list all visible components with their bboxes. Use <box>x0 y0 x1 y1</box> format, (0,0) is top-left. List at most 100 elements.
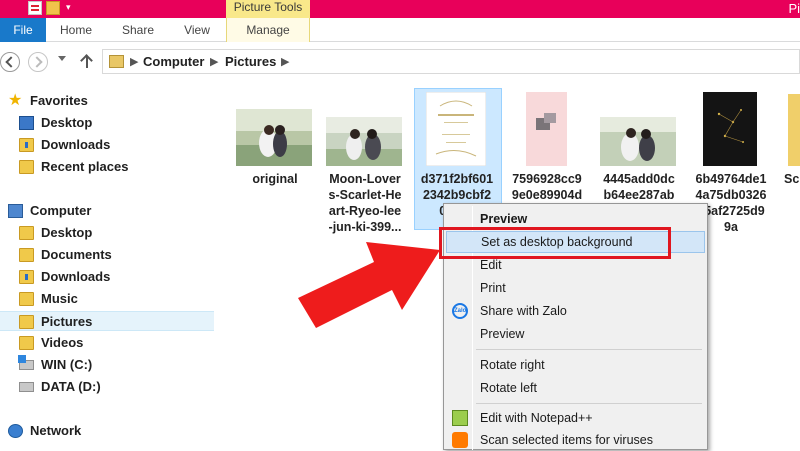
window-title: Pi <box>788 1 800 16</box>
file-thumbnail-7596928c[interactable] <box>526 92 567 166</box>
tab-view[interactable]: View <box>172 18 222 42</box>
nav-item-pictures[interactable]: Pictures <box>0 311 214 331</box>
nav-item-downloads[interactable]: Downloads <box>0 135 214 155</box>
file-name-line: b64ee287ab <box>603 188 675 202</box>
menu-item-edit-with-notepad[interactable]: Edit with Notepad++ <box>446 407 705 429</box>
nav-favorites[interactable]: ★ Favorites <box>0 91 214 111</box>
file-name-line: 4445add0dc <box>603 172 675 186</box>
navigation-pane: ★ Favorites Desktop Downloads Recent pla… <box>0 80 214 450</box>
nav-network[interactable]: Network <box>0 421 214 441</box>
nav-label: Pictures <box>41 314 93 329</box>
breadcrumb-pictures[interactable]: Pictures <box>225 54 276 69</box>
address-bar[interactable]: ▶ Computer ▶ Pictures ▶ <box>102 49 800 74</box>
desktop-folder-icon <box>19 226 34 240</box>
nav-label: Music <box>41 291 78 306</box>
photo-thumbnail <box>425 91 487 167</box>
file-name-line: d371f2bf601 <box>420 172 494 186</box>
menu-item-label: Edit with Notepad++ <box>480 411 593 425</box>
file-name-line: s-Scarlet-He <box>328 188 402 202</box>
forward-button[interactable] <box>28 52 48 72</box>
nav-label: Desktop <box>41 115 93 130</box>
ribbon-tabs: File Home Share View Manage <box>0 18 800 42</box>
title-bar: ▾ Picture Tools Pi <box>0 0 800 18</box>
nav-item-downloads[interactable]: Downloads <box>0 267 214 287</box>
menu-item-label: Share with Zalo <box>480 304 567 318</box>
nav-label: WIN (C:) <box>41 357 93 372</box>
folder-icon <box>109 55 124 68</box>
file-name-line: 6b49764de1 <box>695 172 767 186</box>
nav-item-desktop[interactable]: Desktop <box>0 113 214 133</box>
nav-item-music[interactable]: Music <box>0 289 214 309</box>
back-button[interactable] <box>0 52 20 72</box>
nav-item-win-c[interactable]: WIN (C:) <box>0 355 214 375</box>
picture-tools-label: Picture Tools <box>226 0 310 18</box>
nav-item-videos[interactable]: Videos <box>0 333 214 353</box>
annotation-arrow-icon <box>298 242 440 328</box>
desktop-icon <box>19 116 34 130</box>
menu-item-share-with-zalo[interactable]: Zalo Share with Zalo <box>446 300 705 322</box>
photo-thumbnail <box>703 92 757 166</box>
downloads-folder-icon <box>19 138 34 152</box>
photo-thumbnail <box>326 117 402 166</box>
tab-home[interactable]: Home <box>50 18 102 42</box>
menu-separator <box>476 403 702 404</box>
customize-toolbar-icon[interactable]: ▾ <box>66 2 71 13</box>
nav-computer[interactable]: Computer <box>0 201 214 221</box>
file-name-line: art-Ryeo-lee <box>328 204 402 218</box>
computer-icon <box>8 204 23 218</box>
nav-item-data-d[interactable]: DATA (D:) <box>0 377 214 397</box>
tab-manage[interactable]: Manage <box>226 18 310 42</box>
documents-folder-icon <box>19 248 34 262</box>
videos-folder-icon <box>19 336 34 350</box>
tab-share[interactable]: Share <box>110 18 166 42</box>
music-folder-icon <box>19 292 34 306</box>
file-name-line: Sc <box>784 172 800 186</box>
nav-label: Downloads <box>41 137 111 152</box>
up-button[interactable] <box>80 52 94 70</box>
nav-label: Computer <box>30 203 92 218</box>
nav-item-documents[interactable]: Documents <box>0 245 214 265</box>
photo-thumbnail <box>526 92 567 166</box>
nav-item-desktop[interactable]: Desktop <box>0 223 214 243</box>
properties-icon[interactable] <box>28 1 42 15</box>
nav-item-recent-places[interactable]: Recent places <box>0 157 214 177</box>
nav-label: Recent places <box>41 159 129 174</box>
menu-item-preview-2[interactable]: Preview <box>446 323 705 345</box>
file-name-line: 9e0e89904d <box>511 188 583 202</box>
folder-thumbnail <box>788 94 800 166</box>
star-icon: ★ <box>8 92 23 109</box>
menu-item-rotate-right[interactable]: Rotate right <box>446 354 705 376</box>
new-folder-icon[interactable] <box>46 1 60 15</box>
address-row: ▶ Computer ▶ Pictures ▶ <box>0 43 800 79</box>
windows-drive-icon <box>18 355 34 370</box>
nav-label: Network <box>30 423 82 438</box>
file-thumbnail-6b49764d[interactable] <box>703 92 757 166</box>
file-thumbnail-d371f2bf[interactable] <box>425 91 487 167</box>
recent-locations-dropdown[interactable] <box>58 56 66 61</box>
zalo-icon: Zalo <box>452 303 468 319</box>
nav-label: Videos <box>41 335 84 350</box>
avast-icon <box>452 432 468 448</box>
drive-icon <box>19 382 34 392</box>
menu-item-print[interactable]: Print <box>446 277 705 299</box>
file-thumbnail-partial[interactable] <box>786 88 800 166</box>
file-name: Sc <box>784 171 800 187</box>
breadcrumb-separator-icon[interactable]: ▶ <box>281 55 289 68</box>
breadcrumb-separator-icon[interactable]: ▶ <box>130 55 138 68</box>
photo-thumbnail <box>236 109 312 166</box>
file-name-line: 4a75db0326 <box>695 188 767 202</box>
breadcrumb-computer[interactable]: Computer <box>143 54 204 69</box>
file-thumbnail-original[interactable] <box>236 109 312 166</box>
breadcrumb-separator-icon[interactable]: ▶ <box>210 55 218 68</box>
network-icon <box>8 424 23 438</box>
tab-file[interactable]: File <box>0 18 46 42</box>
menu-item-label: Scan selected items for viruses <box>480 433 653 447</box>
file-thumbnail-moon-lovers[interactable] <box>326 117 402 166</box>
file-thumbnail-4445add0[interactable] <box>600 117 676 166</box>
file-name: original <box>230 171 320 187</box>
menu-item-scan-for-viruses[interactable]: Scan selected items for viruses <box>446 429 705 451</box>
file-name-line: 7596928cc9 <box>512 172 582 186</box>
photo-thumbnail <box>600 117 676 166</box>
annotation-highlight-box <box>439 227 671 259</box>
menu-item-rotate-left[interactable]: Rotate left <box>446 377 705 399</box>
